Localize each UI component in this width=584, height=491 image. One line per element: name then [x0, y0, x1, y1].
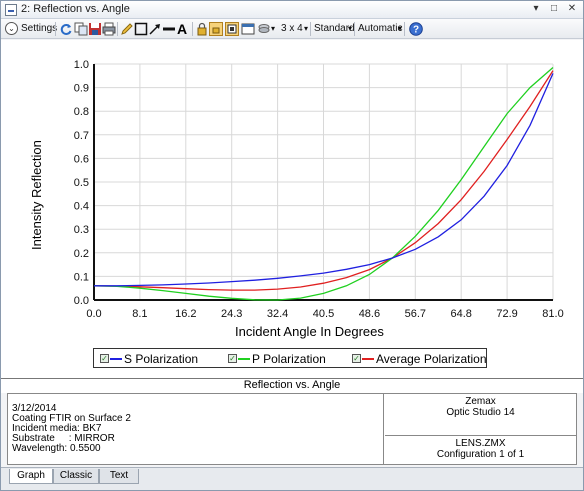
settings-button[interactable]: Settings — [21, 23, 57, 34]
scale-dropdown[interactable]: Automatic — [358, 23, 402, 34]
chevron-down-icon[interactable]: ▾ — [348, 24, 352, 33]
x-tick-label: 48.6 — [359, 308, 380, 320]
info-left: 3/12/2014 Coating FTIR on Surface 2 Inci… — [8, 394, 384, 464]
legend-label: P Polarization — [252, 352, 326, 366]
y-axis-title: Intensity Reflection — [29, 140, 44, 250]
rectangle-icon[interactable] — [134, 22, 148, 36]
refresh-icon[interactable] — [59, 22, 73, 36]
line-icon[interactable] — [162, 22, 176, 36]
print-icon[interactable] — [102, 22, 116, 36]
toolbar-separator — [404, 22, 405, 36]
legend-label: Average Polarization — [376, 352, 487, 366]
x-tick-label: 32.4 — [267, 308, 288, 320]
y-tick-label: 0.4 — [74, 201, 89, 213]
info-program: Zemax Optic Studio 14 — [385, 394, 576, 436]
toolbar-separator — [55, 22, 56, 36]
settings-chevron-icon[interactable]: ⌄ — [5, 22, 18, 35]
x-tick-label: 0.0 — [86, 308, 101, 320]
info-product: Optic Studio 14 — [446, 407, 515, 418]
legend-label: S Polarization — [124, 352, 199, 366]
copy-icon[interactable] — [74, 22, 88, 36]
x-tick-label: 81.0 — [542, 308, 563, 320]
info-filename: LENS.ZMX — [455, 438, 506, 449]
x-tick-label: 8.1 — [132, 308, 147, 320]
help-icon[interactable]: ? — [409, 22, 423, 36]
x-tick-label: 16.2 — [175, 308, 196, 320]
close-icon[interactable]: ✕ — [565, 3, 579, 16]
graph-panel: 0.0 8.1 16.2 24.3 32.4 40.5 48.6 56.7 64.8 72.9 81… — [1, 40, 583, 378]
x-tick-label: 24.3 — [221, 308, 242, 320]
toolbar-separator — [192, 22, 193, 36]
y-tick-label: 0.9 — [74, 83, 89, 95]
x-axis-title: Incident Angle In Degrees — [235, 324, 384, 339]
save-icon[interactable] — [88, 22, 102, 36]
toolbar: ⌄ Settings A ▾ 3 x 4 ▾ Standard ▾ Automa… — [1, 19, 583, 39]
pencil-icon[interactable] — [120, 22, 134, 36]
y-tick-label: 0.6 — [74, 153, 89, 165]
info-panel: 3/12/2014 Coating FTIR on Surface 2 Inci… — [7, 393, 577, 465]
toolbar-separator — [117, 22, 118, 36]
lock-icon[interactable] — [195, 22, 209, 36]
y-tick-label: 0.8 — [74, 106, 89, 118]
tab-classic[interactable]: Classic — [53, 469, 99, 484]
legend-swatch — [238, 358, 250, 360]
chart-legend: ✓ S Polarization ✓ P Polarization ✓ Aver… — [93, 348, 487, 368]
legend-swatch — [110, 358, 122, 360]
chevron-down-icon[interactable]: ▾ — [398, 24, 402, 33]
window-title: 2: Reflection vs. Angle — [21, 3, 130, 15]
info-file: LENS.ZMX Configuration 1 of 1 — [385, 436, 576, 464]
x-tick-label: 40.5 — [313, 308, 334, 320]
checkbox-icon[interactable]: ✓ — [228, 354, 237, 363]
analysis-window: 2: Reflection vs. Angle ▾ □ ✕ ⌄ Settings… — [0, 0, 584, 491]
y-tick-label: 0.1 — [74, 271, 89, 283]
text-tool-icon[interactable]: A — [177, 21, 191, 37]
arrow-icon[interactable] — [148, 22, 162, 36]
tab-strip: Graph Classic Text — [1, 467, 583, 490]
x-tick-label: 64.8 — [450, 308, 471, 320]
title-bar[interactable]: 2: Reflection vs. Angle ▾ □ ✕ — [1, 1, 583, 19]
x-tick-label: 56.7 — [405, 308, 426, 320]
y-tick-label: 0.5 — [74, 177, 89, 189]
info-configuration: Configuration 1 of 1 — [436, 449, 525, 460]
tab-text[interactable]: Text — [99, 469, 139, 484]
info-title: Reflection vs. Angle — [1, 378, 583, 393]
y-tick-label: 0.2 — [74, 248, 89, 260]
info-wavelength: Wavelength: 0.5500 — [12, 443, 101, 454]
window-layout-icon[interactable] — [241, 22, 255, 36]
info-vendor: Zemax — [465, 396, 496, 407]
layout-dropdown[interactable]: 3 x 4 — [281, 23, 303, 34]
window-icon — [5, 4, 17, 16]
y-tick-label: 1.0 — [74, 59, 89, 71]
y-tick-label: 0.3 — [74, 224, 89, 236]
autolock-icon[interactable] — [209, 22, 223, 36]
svg-text:?: ? — [413, 25, 419, 36]
checkbox-icon[interactable]: ✓ — [100, 354, 109, 363]
y-tick-label: 0.0 — [74, 295, 89, 307]
chevron-down-icon[interactable]: ▾ — [304, 24, 308, 33]
layers-dropdown-icon[interactable]: ▾ — [271, 24, 275, 33]
layers-icon[interactable] — [257, 22, 271, 36]
toolbar-separator — [310, 22, 311, 36]
toolbar-separator — [354, 22, 355, 36]
minimize-icon[interactable]: ▾ — [529, 3, 543, 16]
x-tick-label: 72.9 — [496, 308, 517, 320]
y-tick-label: 0.7 — [74, 130, 89, 142]
zoom-fit-icon[interactable] — [225, 22, 239, 36]
tab-graph[interactable]: Graph — [9, 469, 53, 484]
legend-swatch — [362, 358, 374, 360]
checkbox-icon[interactable]: ✓ — [352, 354, 361, 363]
maximize-icon[interactable]: □ — [547, 3, 561, 16]
